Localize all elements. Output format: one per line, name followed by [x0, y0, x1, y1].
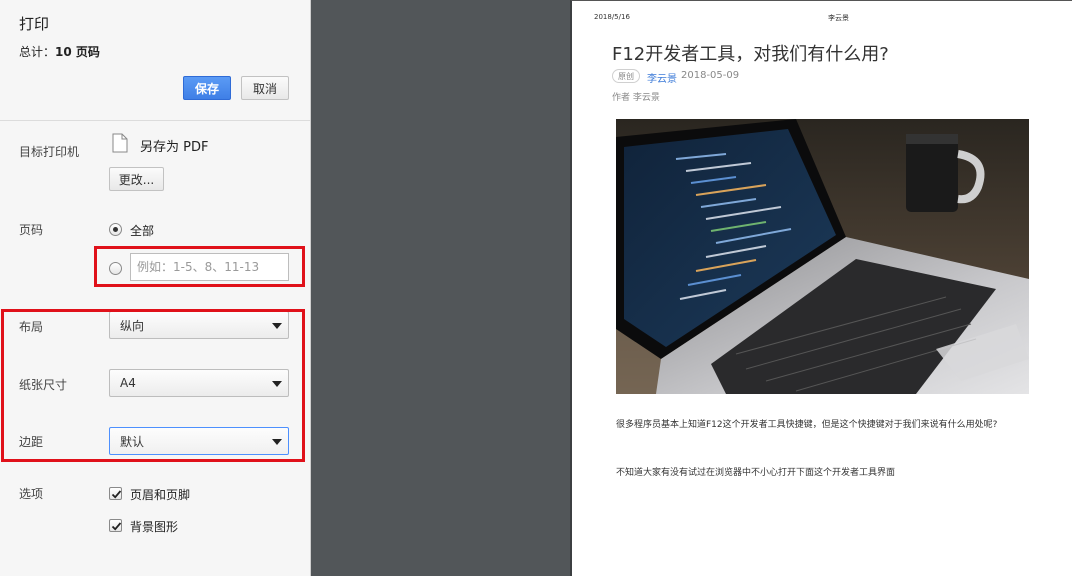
page-total: 总计：10 页码 [19, 43, 100, 60]
preview-page: 2018/5/16 李云景 F12开发者工具，对我们有什么用? 原创 李云景 2… [570, 0, 1072, 576]
chevron-down-icon [272, 439, 282, 445]
original-tag: 原创 [612, 69, 640, 83]
destination-label: 目标打印机 [19, 145, 80, 159]
page-header-date: 2018/5/16 [594, 13, 630, 21]
paper-size-value: A4 [120, 376, 136, 390]
paper-size-select[interactable]: A4 [109, 369, 289, 397]
laptop-photo [616, 119, 1029, 394]
page-total-prefix: 总计： [19, 45, 56, 59]
article-paragraph-1: 很多程序员基本上知道F12这个开发者工具快捷键，但是这个快捷键对于我们来说有什么… [616, 420, 998, 430]
destination-name: 另存为 PDF [140, 140, 209, 155]
print-settings-panel: 打印 总计：10 页码 保存 取消 目标打印机 另存为 PDF 更改... 页码… [0, 0, 311, 576]
document-icon [112, 133, 128, 153]
cancel-button[interactable]: 取消 [241, 76, 289, 100]
background-graphics-label[interactable]: 背景图形 [130, 518, 178, 535]
margins-label: 边距 [19, 435, 44, 449]
author-line: 作者 李云景 [612, 93, 660, 103]
pages-all-radio[interactable] [109, 223, 122, 236]
pages-all-label[interactable]: 全部 [130, 222, 154, 239]
headers-footers-label[interactable]: 页眉和页脚 [130, 486, 190, 503]
pages-range-input[interactable] [130, 253, 289, 281]
pages-label: 页码 [19, 223, 44, 237]
checkmark-icon [111, 522, 122, 531]
author-link: 李云景 [647, 74, 677, 85]
paper-size-label: 纸张尺寸 [19, 378, 68, 392]
preview-background [311, 0, 570, 576]
publish-date: 2018-05-09 [681, 70, 740, 81]
background-graphics-checkbox[interactable] [109, 519, 122, 532]
header-divider [0, 120, 310, 121]
article-paragraph-2: 不知道大家有没有试过在浏览器中不小心打开下面这个开发者工具界面 [616, 468, 896, 478]
checkmark-icon [111, 490, 122, 499]
dialog-title: 打印 [19, 15, 50, 33]
headers-footers-checkbox[interactable] [109, 487, 122, 500]
layout-label: 布局 [19, 320, 44, 334]
options-label: 选项 [19, 487, 44, 501]
margins-value: 默认 [120, 434, 145, 449]
save-button[interactable]: 保存 [183, 76, 231, 100]
layout-value: 纵向 [120, 318, 145, 333]
page-header-author: 李云景 [828, 14, 849, 22]
margins-select[interactable]: 默认 [109, 427, 289, 455]
page-total-value: 10 页码 [55, 45, 100, 59]
chevron-down-icon [272, 323, 282, 329]
change-destination-button[interactable]: 更改... [109, 167, 164, 191]
pages-custom-radio[interactable] [109, 262, 122, 275]
chevron-down-icon [272, 381, 282, 387]
article-title: F12开发者工具，对我们有什么用? [612, 44, 889, 65]
layout-select[interactable]: 纵向 [109, 311, 289, 339]
